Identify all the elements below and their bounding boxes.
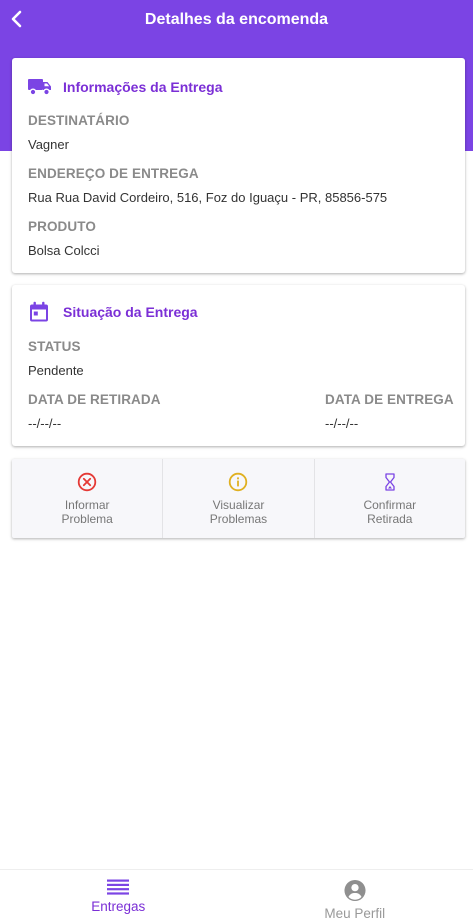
arrow-back-icon (11, 10, 22, 28)
account-circle-icon (344, 879, 366, 902)
confirm-pickup-button[interactable]: Confirmar Retirada (313, 459, 465, 538)
status-value: Pendente (28, 363, 84, 378)
delivery-status-card: Situação da Entrega STATUS Pendente DATA… (12, 285, 465, 446)
address-label: ENDEREÇO DE ENTREGA (28, 166, 199, 181)
error-circle-icon (77, 472, 97, 491)
delivery-info-card: Informações da Entrega DESTINATÁRIO Vagn… (12, 58, 465, 273)
view-problems-button[interactable]: Visualizar Problemas (162, 459, 313, 538)
nav-label-profile: Meu Perfil (324, 906, 386, 921)
calendar-icon (28, 301, 52, 323)
product-label: PRODUTO (28, 219, 96, 234)
app-bar: Detalhes da encomenda (0, 0, 473, 40)
delivery-date-label: DATA DE ENTREGA (325, 392, 454, 407)
recipient-value: Vagner (28, 137, 69, 152)
truck-icon (28, 76, 52, 98)
delivery-date-value: --/--/-- (325, 416, 359, 431)
back-button[interactable] (6, 6, 28, 32)
delivery-info-title: Informações da Entrega (63, 79, 223, 95)
confirm-pickup-label: Confirmar Retirada (363, 497, 417, 526)
delivery-info-header: Informações da Entrega (28, 76, 223, 98)
action-bar: Informar Problema Visualizar Problemas C… (12, 459, 465, 538)
bottom-navigation: Entregas Meu Perfil (0, 869, 473, 921)
recipient-label: DESTINATÁRIO (28, 113, 130, 128)
nav-item-profile[interactable]: Meu Perfil (237, 870, 473, 921)
page-title: Detalhes da encomenda (144, 11, 329, 28)
hourglass-icon (385, 472, 395, 491)
delivery-status-header: Situação da Entrega (28, 301, 198, 323)
report-problem-label: Informar Problema (61, 497, 113, 526)
product-value: Bolsa Colcci (28, 243, 100, 258)
delivery-status-title: Situação da Entrega (63, 304, 198, 320)
status-label: STATUS (28, 339, 81, 354)
list-icon (107, 879, 130, 895)
info-circle-icon (229, 472, 248, 491)
nav-label-deliveries: Entregas (91, 899, 146, 914)
address-value: Rua Rua David Cordeiro, 516, Foz do Igua… (28, 190, 388, 205)
view-problems-label: Visualizar Problemas (209, 497, 268, 526)
pickup-date-value: --/--/-- (28, 416, 62, 431)
nav-item-deliveries[interactable]: Entregas (0, 870, 237, 921)
report-problem-button[interactable]: Informar Problema (12, 459, 162, 538)
pickup-date-label: DATA DE RETIRADA (28, 392, 161, 407)
